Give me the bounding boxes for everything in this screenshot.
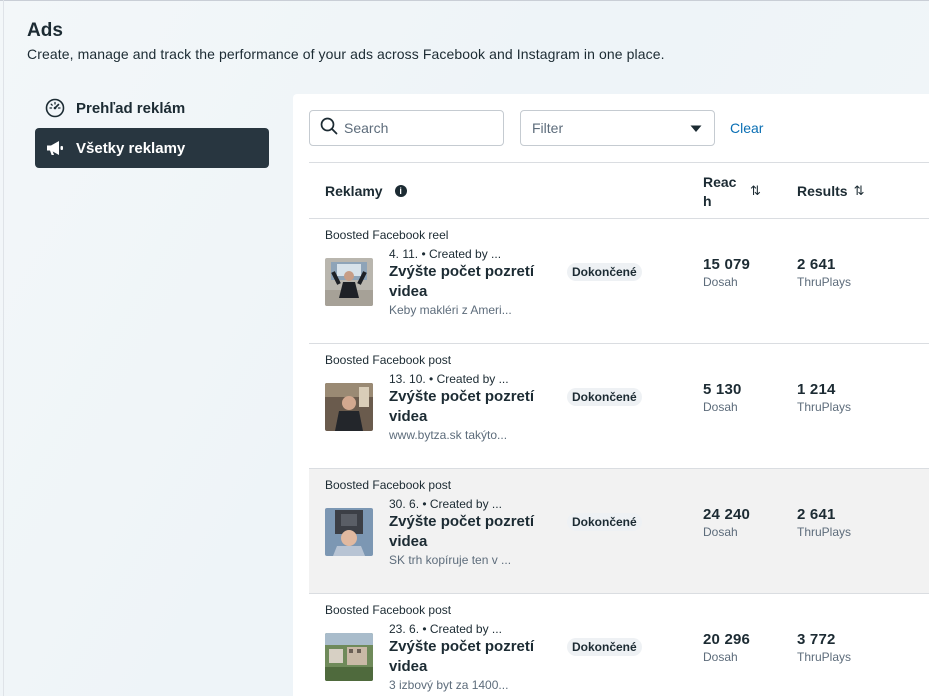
reach-value: 15 079	[703, 256, 751, 273]
ad-type: Boosted Facebook post	[325, 353, 452, 367]
nav-item-overview[interactable]: Prehľad reklám	[35, 88, 269, 128]
search-box[interactable]	[309, 110, 504, 146]
status-badge: Dokončené	[567, 388, 642, 406]
results-cell: 2 641 ThruPlays	[797, 256, 851, 289]
info-icon[interactable]: i	[394, 185, 407, 197]
filter-placeholder: Filter	[532, 120, 564, 136]
ad-type: Boosted Facebook reel	[325, 228, 449, 242]
search-input[interactable]	[344, 120, 494, 136]
column-header-results[interactable]: Results ⇅	[797, 183, 864, 199]
reach-cell: 24 240 Dosah	[703, 506, 750, 539]
results-value: 2 641	[797, 506, 836, 523]
results-cell: 2 641 ThruPlays	[797, 506, 851, 539]
page-header: Ads Create, manage and track the perform…	[27, 20, 665, 62]
status-badge: Dokončené	[567, 638, 642, 656]
nav-item-all-ads[interactable]: Všetky reklamy	[35, 128, 269, 168]
page-subtitle: Create, manage and track the performance…	[27, 46, 665, 62]
ad-title[interactable]: Zvýšte počet pozretí videa	[389, 512, 539, 552]
results-label: ThruPlays	[797, 400, 852, 414]
results-label: ThruPlays	[797, 525, 852, 539]
status-badge: Dokončené	[567, 263, 642, 281]
ad-type: Boosted Facebook post	[325, 603, 452, 617]
reach-label: Dosah	[703, 525, 738, 539]
caret-down-icon	[690, 120, 702, 136]
results-value: 3 772	[797, 631, 836, 648]
filter-dropdown[interactable]: Filter	[520, 110, 715, 146]
table-row[interactable]: Boosted Facebook post 23. 6. • Created b…	[309, 594, 929, 696]
reach-cell: 15 079 Dosah	[703, 256, 750, 289]
column-header-label: Reklamy	[325, 183, 383, 199]
ad-meta: 13. 10. • Created by ...	[389, 372, 509, 386]
nav-item-label: Všetky reklamy	[76, 139, 186, 157]
results-label: ThruPlays	[797, 275, 852, 289]
ad-description: SK trh kopíruje ten v ...	[389, 553, 512, 567]
reach-label: Dosah	[703, 650, 738, 664]
reach-cell: 5 130 Dosah	[703, 381, 742, 414]
window-top-border	[0, 0, 929, 3]
results-label: ThruPlays	[797, 650, 852, 664]
results-cell: 3 772 ThruPlays	[797, 631, 851, 664]
table-row[interactable]: Boosted Facebook post 30. 6. • Created b…	[309, 469, 929, 594]
ad-description: Keby makléri z Ameri...	[389, 303, 512, 317]
ad-thumbnail[interactable]	[325, 508, 373, 556]
reach-cell: 20 296 Dosah	[703, 631, 750, 664]
clear-filters-link[interactable]: Clear	[730, 120, 763, 136]
ad-meta: 30. 6. • Created by ...	[389, 497, 502, 511]
window-left-border	[3, 0, 4, 696]
ads-panel: Filter Clear Reklamy i Reac h ⇅ Results …	[293, 94, 929, 696]
sort-icon[interactable]: ⇅	[750, 183, 761, 199]
column-header-reach[interactable]: Reac h	[703, 173, 743, 211]
reach-value: 5 130	[703, 381, 742, 398]
column-header-label: Results	[797, 183, 848, 199]
reach-value: 20 296	[703, 631, 751, 648]
ad-title[interactable]: Zvýšte počet pozretí videa	[389, 637, 539, 677]
sort-icon[interactable]: ⇅	[854, 183, 865, 199]
ad-thumbnail[interactable]	[325, 383, 373, 431]
reach-value: 24 240	[703, 506, 751, 523]
column-header-ads: Reklamy i	[325, 183, 407, 199]
ad-title[interactable]: Zvýšte počet pozretí videa	[389, 387, 539, 427]
page-title: Ads	[27, 20, 63, 41]
table-row[interactable]: Boosted Facebook reel 4. 11. • Created b…	[309, 219, 929, 344]
nav-item-label: Prehľad reklám	[76, 99, 186, 117]
results-value: 2 641	[797, 256, 836, 273]
status-badge: Dokončené	[567, 513, 642, 531]
table-header: Reklamy i Reac h ⇅ Results ⇅	[309, 162, 929, 219]
ad-thumbnail[interactable]	[325, 258, 373, 306]
ad-meta: 23. 6. • Created by ...	[389, 622, 502, 636]
ad-title[interactable]: Zvýšte počet pozretí videa	[389, 262, 539, 302]
ad-description: www.bytza.sk takýto...	[389, 428, 508, 442]
reach-label: Dosah	[703, 275, 738, 289]
ads-table: Reklamy i Reac h ⇅ Results ⇅ Boosted Fac…	[309, 162, 929, 696]
ad-description: 3 izbový byt za 1400...	[389, 678, 509, 692]
megaphone-icon	[44, 137, 66, 159]
dashboard-gauge-icon	[44, 97, 66, 119]
results-value: 1 214	[797, 381, 836, 398]
ad-meta: 4. 11. • Created by ...	[389, 247, 502, 261]
results-cell: 1 214 ThruPlays	[797, 381, 851, 414]
sidebar-nav: Prehľad reklám Všetky reklamy	[35, 88, 269, 168]
ad-type: Boosted Facebook post	[325, 478, 452, 492]
search-icon	[320, 117, 338, 140]
reach-label: Dosah	[703, 400, 738, 414]
table-row[interactable]: Boosted Facebook post 13. 10. • Created …	[309, 344, 929, 469]
ad-thumbnail[interactable]	[325, 633, 373, 681]
